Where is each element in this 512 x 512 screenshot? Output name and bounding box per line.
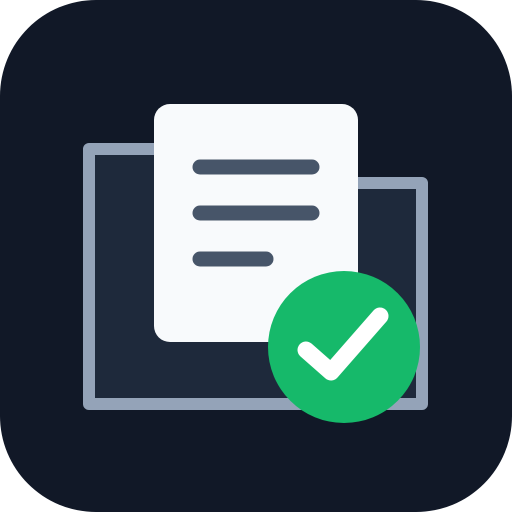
app-icon xyxy=(0,0,512,512)
app-icon-graphic xyxy=(0,0,512,512)
checkmark-badge-icon xyxy=(268,271,420,423)
